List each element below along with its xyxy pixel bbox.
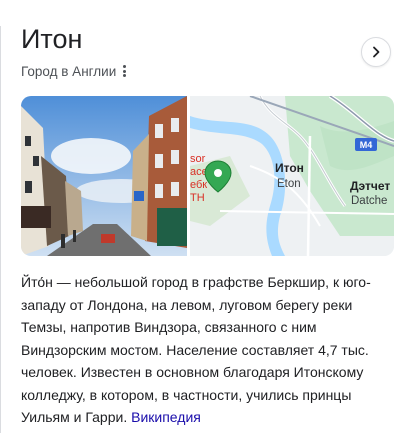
town-photo[interactable] xyxy=(21,96,187,256)
entity-description-block: Йто́н — небольшой город в графстве Беркш… xyxy=(21,271,393,429)
map-neighbor-en: Datche xyxy=(351,195,387,207)
media-strip: M4 sor ace ебк ТН Итон Eton Дэтчет Datch… xyxy=(21,96,394,256)
map-place-en: Eton xyxy=(277,178,301,190)
chevron-right-icon xyxy=(373,46,380,58)
wikipedia-link[interactable]: Википедия xyxy=(131,409,201,425)
map-place-ru: Итон xyxy=(275,161,304,175)
entity-description: Йто́н — небольшой город в графстве Беркш… xyxy=(21,274,371,425)
map-partial-label-4: ТН xyxy=(190,192,205,204)
next-button[interactable] xyxy=(361,37,391,67)
map-neighbor-ru: Дэтчет xyxy=(350,179,390,193)
three-dots-vertical-icon[interactable] xyxy=(123,65,127,77)
entity-subtitle-row: Город в Англии xyxy=(21,62,127,80)
map-partial-label-3: ебк xyxy=(190,179,207,191)
location-map[interactable]: M4 sor ace ебк ТН Итон Eton Дэтчет Datch… xyxy=(190,96,394,256)
map-partial-label-1: sor xyxy=(190,153,206,165)
entity-subtitle: Город в Англии xyxy=(21,63,117,79)
entity-title: Итон xyxy=(21,24,83,54)
panel-left-border xyxy=(0,26,1,433)
road-label: M4 xyxy=(360,140,373,150)
